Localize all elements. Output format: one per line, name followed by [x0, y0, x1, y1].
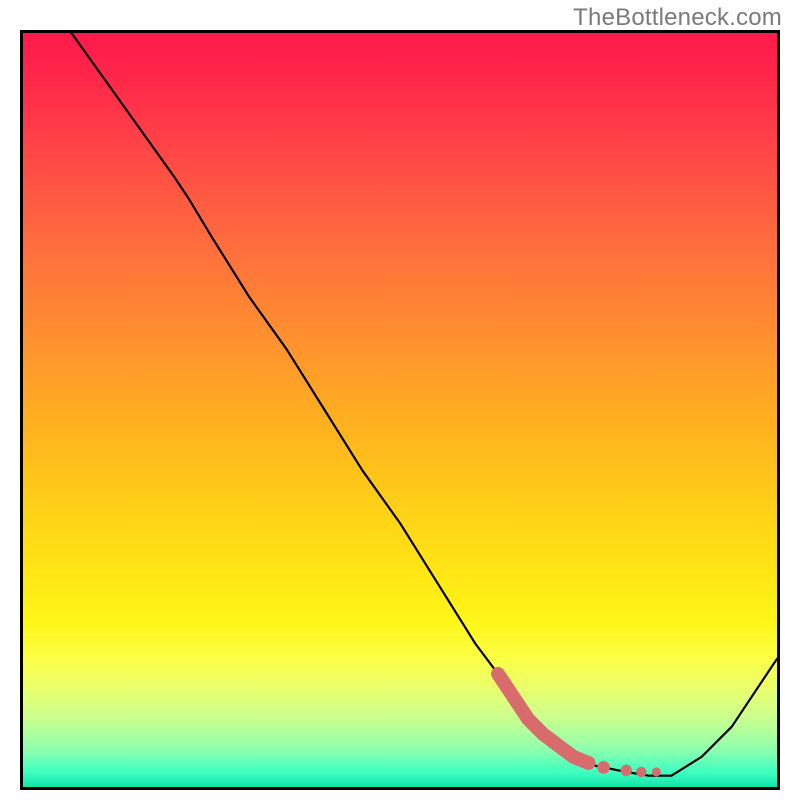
watermark-text: TheBottleneck.com	[573, 4, 782, 32]
bottleneck-curve-line	[23, 33, 777, 776]
chart-area	[20, 30, 780, 790]
chart-svg	[23, 33, 777, 787]
highlight-segment-line	[498, 674, 661, 777]
